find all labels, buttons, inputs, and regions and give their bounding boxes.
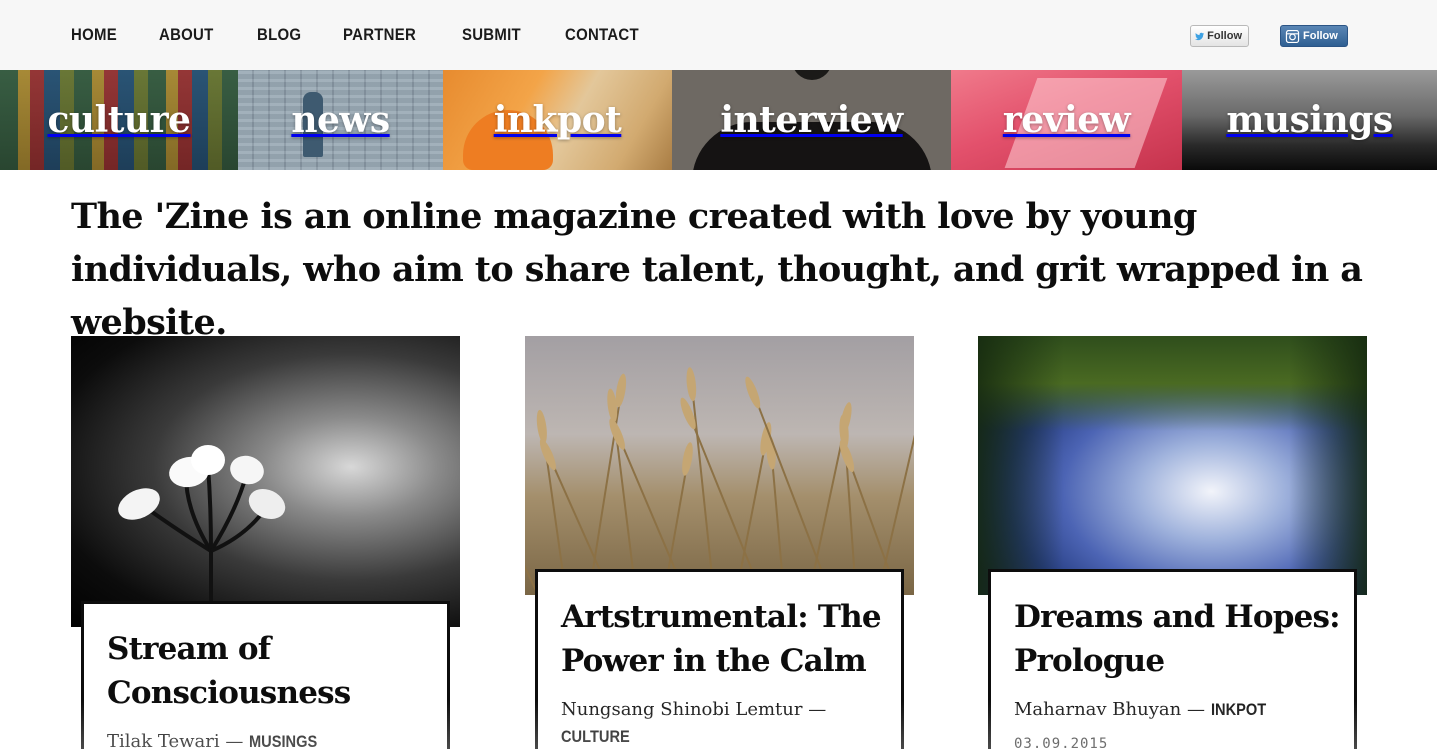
category-label-news: news	[291, 99, 390, 141]
twitter-bird-icon	[1195, 32, 1205, 40]
post-byline-3: Maharnav Bhuyan — INKPOT	[1014, 696, 1334, 723]
post-title-3[interactable]: Dreams and Hopes: Prologue	[1014, 595, 1344, 683]
post-card-3: Dreams and Hopes: Prologue Maharnav Bhuy…	[988, 569, 1357, 749]
instagram-follow-label: Follow	[1303, 30, 1338, 42]
category-tile-review[interactable]: review	[951, 70, 1182, 170]
category-tile-news[interactable]: news	[238, 70, 443, 170]
wheat-stalk	[877, 411, 914, 595]
wheat-ear	[742, 375, 764, 411]
main-nav: HOME ABOUT BLOG PARTNER SUBMIT CONTACT	[71, 0, 685, 70]
category-tile-interview[interactable]: interview	[672, 70, 951, 170]
post-image-stream-of-consciousness[interactable]	[71, 336, 460, 627]
post-author-2[interactable]: Nungsang Shinobi Lemtur	[561, 699, 802, 720]
site-tagline: The 'Zine is an online magazine created …	[71, 196, 1363, 343]
instagram-camera-icon	[1285, 29, 1300, 43]
post-title-2[interactable]: Artstrumental: The Power in the Calm	[561, 595, 891, 683]
post-category-3[interactable]: INKPOT	[1211, 696, 1266, 723]
interview-head-image	[792, 70, 832, 80]
category-tile-inkpot[interactable]: inkpot	[443, 70, 672, 170]
nav-contact-link[interactable]: CONTACT	[565, 25, 639, 45]
post-byline-2: Nungsang Shinobi Lemtur — CULTURE	[561, 696, 881, 749]
category-strip: culture news inkpot interview review mus…	[0, 70, 1437, 170]
top-navigation-bar: HOME ABOUT BLOG PARTNER SUBMIT CONTACT F…	[0, 0, 1437, 70]
category-label-musings: musings	[1226, 99, 1393, 141]
post-category-2[interactable]: CULTURE	[561, 723, 630, 749]
post-separator-1: —	[225, 731, 244, 749]
post-byline-1: Tilak Tewari — MUSINGS	[107, 728, 427, 749]
post-separator-3: —	[1186, 699, 1205, 720]
nav-about-link[interactable]: ABOUT	[159, 25, 214, 45]
nav-home-link[interactable]: HOME	[71, 25, 117, 45]
twitter-follow-label: Follow	[1207, 30, 1242, 42]
category-tile-musings[interactable]: musings	[1182, 70, 1437, 170]
post-image-dreams-and-hopes[interactable]	[978, 336, 1367, 595]
lamp-photo	[118, 445, 286, 627]
post-card-2: Artstrumental: The Power in the Calm Nun…	[535, 569, 904, 749]
post-title-1[interactable]: Stream of Consciousness	[107, 627, 437, 715]
category-label-culture: culture	[47, 99, 191, 141]
wheat-ear	[685, 366, 698, 402]
post-date-3: 03.09.2015	[1014, 736, 1109, 749]
instagram-follow-button[interactable]: Follow	[1280, 25, 1348, 47]
category-label-inkpot: inkpot	[493, 99, 622, 141]
twitter-follow-button[interactable]: Follow	[1190, 25, 1249, 47]
wheat-ear	[680, 441, 695, 477]
post-category-1[interactable]: MUSINGS	[249, 728, 317, 749]
foliage-edges	[978, 336, 1367, 595]
post-card-1: Stream of Consciousness Tilak Tewari — M…	[81, 601, 450, 749]
nav-blog-link[interactable]: BLOG	[257, 25, 301, 45]
post-separator-2: —	[808, 699, 827, 720]
wheat-stalk	[742, 375, 832, 595]
post-image-artstrumental[interactable]	[525, 336, 914, 595]
post-author-1[interactable]: Tilak Tewari	[107, 731, 220, 749]
nav-partner-link[interactable]: PARTNER	[343, 25, 416, 45]
post-author-3[interactable]: Maharnav Bhuyan	[1014, 699, 1181, 720]
nav-submit-link[interactable]: SUBMIT	[462, 25, 521, 45]
category-label-interview: interview	[720, 99, 903, 141]
category-tile-culture[interactable]: culture	[0, 70, 238, 170]
category-label-review: review	[1002, 99, 1131, 141]
